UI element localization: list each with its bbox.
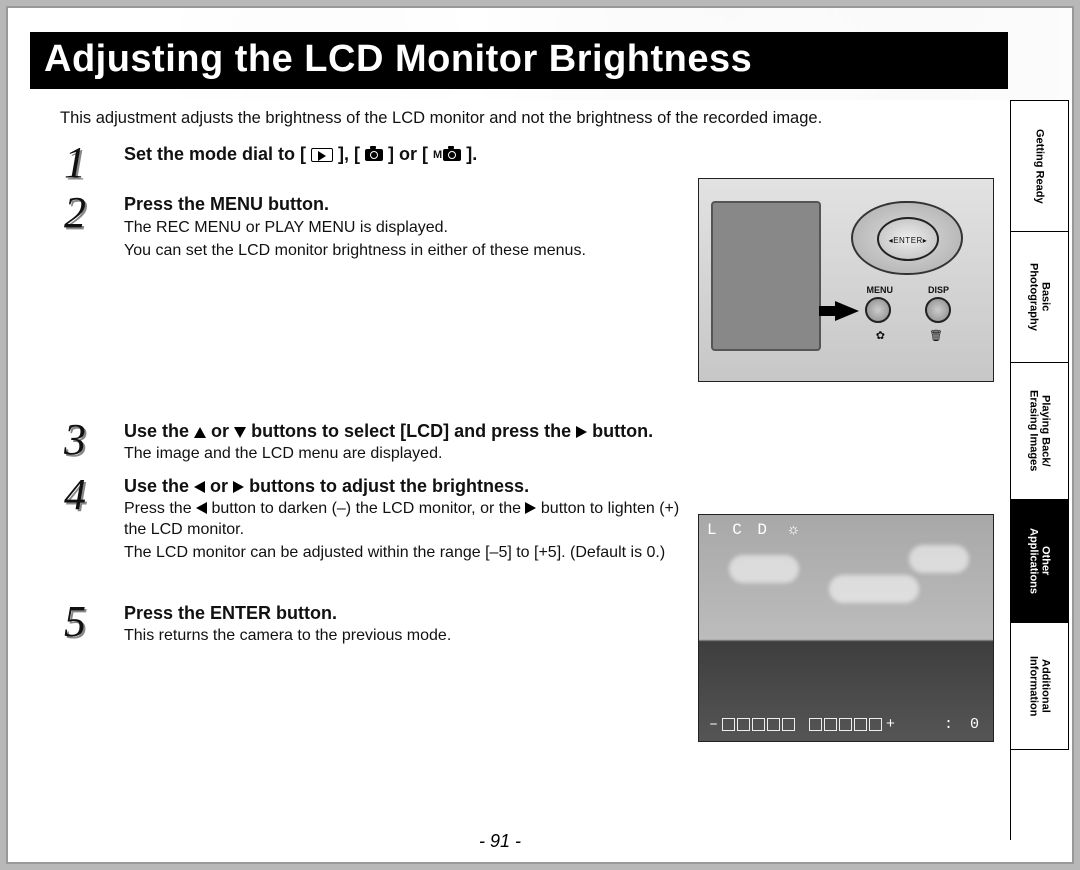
scale-boxes-right [809, 718, 882, 731]
text: ]. [466, 144, 477, 164]
step-2-body-1: The REC MENU or PLAY MENU is displayed. [124, 218, 704, 239]
text: ], [ [338, 144, 365, 164]
step-number-1: 11 [60, 139, 110, 189]
menu-label: MENU [867, 285, 894, 295]
step-number-3: 33 [60, 416, 110, 466]
text: button to darken (–) the LCD monitor, or… [211, 500, 525, 517]
playback-mode-icon [311, 148, 333, 162]
brightness-value: : 0 [944, 716, 983, 733]
plus-label: + [886, 716, 895, 733]
camera-mode-icon [365, 149, 383, 161]
step-4-body-2: The LCD monitor can be adjusted within t… [124, 543, 704, 564]
page-title: Adjusting the LCD Monitor Brightness [30, 32, 1008, 89]
right-arrow-icon [233, 481, 244, 493]
tab-basic-photography[interactable]: BasicPhotography [1011, 231, 1069, 363]
svg-text:1: 1 [64, 139, 86, 187]
tab-label: Getting Ready [1033, 129, 1045, 204]
right-arrow-icon [525, 502, 536, 514]
text: Press the [124, 500, 196, 517]
section-tabs: Getting Ready BasicPhotography Playing B… [1010, 100, 1068, 840]
text: buttons to adjust the brightness. [249, 476, 529, 496]
step-1-heading: Set the mode dial to [ ], [ ] or [ M ]. [124, 143, 990, 166]
right-arrow-icon [576, 426, 587, 438]
content-area: This adjustment adjusts the brightness o… [50, 108, 990, 810]
left-arrow-icon [194, 481, 205, 493]
step-2-body-2: You can set the LCD monitor brightness i… [124, 241, 704, 262]
menu-button [865, 297, 891, 323]
step-3-heading: Use the or buttons to select [LCD] and p… [124, 420, 904, 443]
tab-other-applications[interactable]: OtherApplications [1011, 499, 1069, 623]
disp-button [925, 297, 951, 323]
brightness-icon: ☼ [789, 521, 802, 539]
step-number-4: 44 [60, 471, 110, 521]
tab-label: BasicPhotography [1027, 263, 1051, 331]
intro-text: This adjustment adjusts the brightness o… [60, 108, 990, 129]
text: L C D [707, 521, 770, 539]
tab-label: AdditionalInformation [1027, 656, 1051, 717]
step-4-body-1: Press the button to darken (–) the LCD m… [124, 499, 704, 541]
step-number-5: 55 [60, 598, 110, 648]
brightness-scale: – + : 0 [709, 716, 983, 733]
tab-playing-back[interactable]: Playing Back/Erasing Images [1011, 362, 1069, 500]
macro-icon: ✿ [876, 329, 885, 342]
tab-label: OtherApplications [1027, 528, 1051, 594]
text: Use the [124, 476, 194, 496]
lcd-title: L C D ☼ [707, 521, 801, 539]
pointer-arrow-icon [835, 301, 859, 321]
svg-text:5: 5 [64, 598, 86, 646]
cloud-decoration [909, 545, 969, 573]
page-number: - 91 - [0, 831, 1000, 852]
step-3: 33 Use the or buttons to select [LCD] an… [60, 420, 990, 465]
minus-label: – [709, 716, 718, 733]
manual-m-label: M [433, 149, 442, 161]
text: Set the mode dial to [ [124, 144, 311, 164]
down-arrow-icon [234, 427, 246, 438]
svg-text:2: 2 [64, 189, 86, 237]
text: ] or [ [388, 144, 433, 164]
lcd-brightness-preview: L C D ☼ – + : 0 [698, 514, 994, 742]
camera-back-illustration: ◂ENTER▸ MENU DISP ✿ 🗑 [698, 178, 994, 382]
cloud-decoration [729, 555, 799, 583]
up-arrow-icon [194, 427, 206, 438]
left-arrow-icon [196, 502, 207, 514]
tab-label: Playing Back/Erasing Images [1027, 390, 1051, 471]
svg-text:4: 4 [64, 471, 86, 519]
camera-lcd [711, 201, 821, 351]
step-5-body: This returns the camera to the previous … [124, 626, 704, 647]
step-number-2: 22 [60, 189, 110, 239]
enter-button: ◂ENTER▸ [877, 217, 939, 261]
manual-camera-mode-icon [443, 149, 461, 161]
svg-text:3: 3 [63, 416, 86, 464]
trash-icon: 🗑 [929, 329, 943, 342]
text: Use the [124, 421, 194, 441]
step-4-heading: Use the or buttons to adjust the brightn… [124, 475, 990, 498]
control-pad: ◂ENTER▸ [851, 201, 963, 275]
step-3-body: The image and the LCD menu are displayed… [124, 444, 704, 465]
tab-additional-information[interactable]: AdditionalInformation [1011, 622, 1069, 750]
text: or [211, 421, 234, 441]
text: buttons to select [LCD] and press the [251, 421, 576, 441]
tab-getting-ready[interactable]: Getting Ready [1011, 100, 1069, 232]
disp-label: DISP [928, 285, 949, 295]
scale-boxes-left [722, 718, 795, 731]
cloud-decoration [829, 575, 919, 603]
text: button. [592, 421, 653, 441]
text: or [210, 476, 233, 496]
